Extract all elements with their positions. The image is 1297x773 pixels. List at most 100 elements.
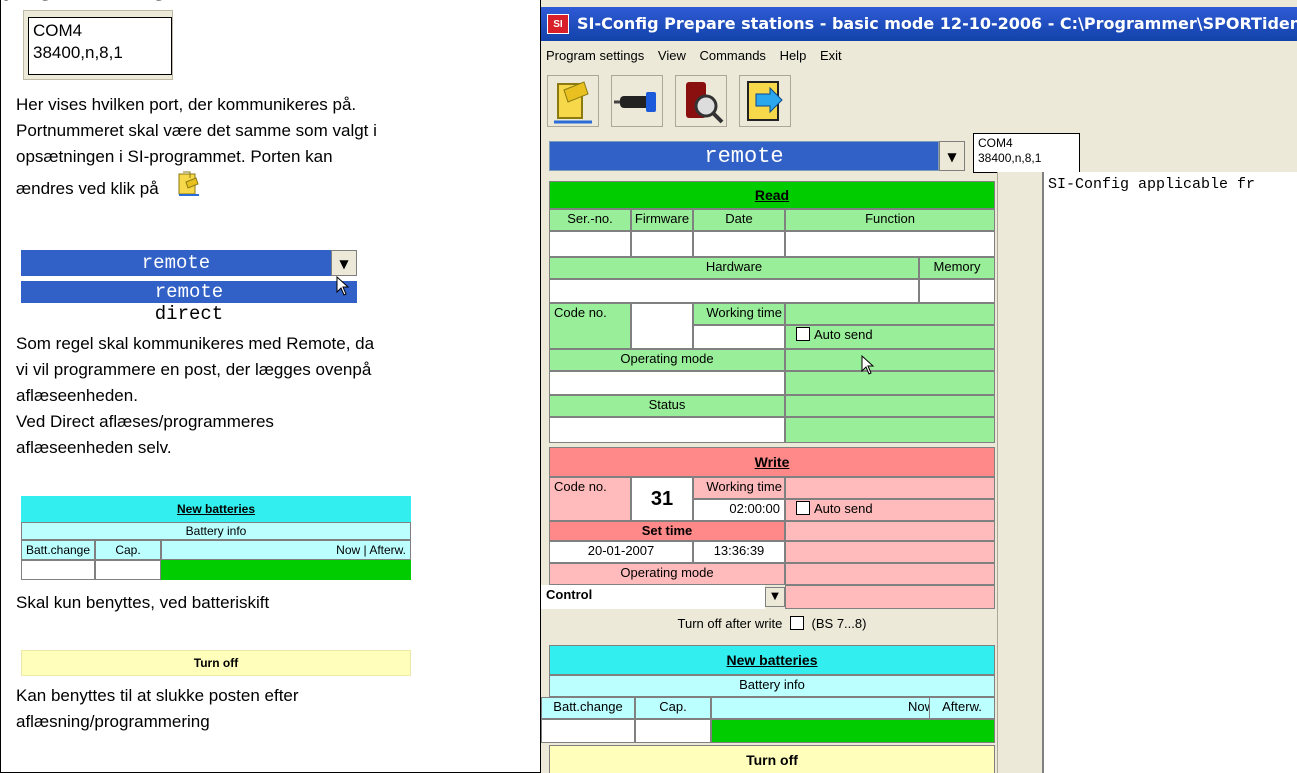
- chevron-down-icon[interactable]: ▼: [765, 587, 785, 607]
- write-code-no-label: Code no.: [549, 477, 631, 521]
- read-spacer: [785, 349, 995, 371]
- mouse-cursor-icon: [861, 355, 875, 375]
- window-title: SI-Config Prepare stations - basic mode …: [577, 14, 1297, 33]
- menu-view[interactable]: View: [653, 41, 691, 71]
- memory-label: Memory: [919, 257, 995, 279]
- write-working-time-input[interactable]: 02:00:00: [693, 499, 785, 521]
- write-spacer: [785, 521, 995, 541]
- read-spacer: [785, 303, 995, 325]
- mode-select-example: remote: [21, 250, 331, 276]
- read-button[interactable]: Read: [549, 181, 995, 209]
- app-icon: SI: [547, 14, 569, 34]
- turn-off-button[interactable]: Turn off: [549, 745, 995, 773]
- ser-no-value: [549, 231, 631, 257]
- write-code-no-input[interactable]: 31: [631, 477, 693, 521]
- write-spacer: [785, 541, 995, 563]
- exit-button[interactable]: [739, 75, 791, 127]
- working-time-label: Working time: [693, 303, 785, 325]
- turnoff-description-line: Kan benyttes til at slukke posten efter: [16, 686, 299, 705]
- port-indicator-image: COM4 38400,n,8,1: [23, 10, 173, 80]
- turnoff-description: Kan benyttes til at slukke posten efter …: [16, 683, 299, 735]
- option-remote: remote: [21, 281, 357, 303]
- document-page: programmering COM4 38400,n,8,1 Her vises…: [0, 0, 541, 773]
- status-value: [549, 417, 785, 443]
- toolbar: [541, 71, 1297, 133]
- mode-description-line: vi vil programmere en post, der lægges o…: [16, 360, 372, 379]
- working-time-value: [693, 325, 785, 349]
- turn-off-after-write-checkbox[interactable]: [789, 616, 804, 630]
- cap-value: [95, 560, 161, 580]
- set-time-button[interactable]: Set time: [549, 521, 785, 541]
- read-spacer: [785, 395, 995, 417]
- menu-bar: Program settings View Commands Help Exit: [541, 41, 1297, 71]
- bs-range-label: (BS 7...8): [811, 616, 867, 631]
- menu-program-settings[interactable]: Program settings: [541, 41, 649, 71]
- read-auto-send-checkbox[interactable]: Auto send: [785, 325, 995, 349]
- port-indicator: COM4 38400,n,8,1: [973, 133, 1080, 173]
- battery-info-label: Battery info: [21, 522, 411, 540]
- port-settings: 38400,n,8,1: [33, 43, 123, 62]
- mode-description: Som regel skal kommunikeres med Remote, …: [16, 331, 374, 461]
- read-spacer: [785, 417, 995, 443]
- menu-help[interactable]: Help: [775, 41, 812, 71]
- mode-description-line: aflæseenheden selv.: [16, 438, 172, 457]
- page-heading: programmering: [5, 0, 168, 2]
- write-button[interactable]: Write: [549, 447, 995, 477]
- firmware-value: [631, 231, 693, 257]
- port-name: COM4: [978, 136, 1013, 150]
- read-station-button[interactable]: [611, 75, 663, 127]
- new-batteries-button[interactable]: New batteries: [549, 645, 995, 675]
- operating-mode-select[interactable]: Control: [541, 585, 765, 609]
- batt-change-value: [21, 560, 95, 580]
- port-settings-button[interactable]: [547, 75, 599, 127]
- set-date-value[interactable]: 20-01-2007: [549, 541, 693, 563]
- communication-mode-select[interactable]: remote: [549, 141, 939, 171]
- date-label: Date: [693, 209, 785, 231]
- date-value: [693, 231, 785, 257]
- firmware-label: Firmware: [631, 209, 693, 231]
- battery-info-label: Battery info: [549, 675, 995, 697]
- operating-mode-value: [549, 371, 785, 395]
- checkbox-icon: [796, 327, 810, 341]
- title-bar[interactable]: SI SI-Config Prepare stations - basic mo…: [541, 7, 1297, 41]
- ser-no-label: Ser.-no.: [549, 209, 631, 231]
- operating-mode-label: Operating mode: [549, 349, 785, 371]
- port-description-line: Portnummeret skal være det samme som val…: [16, 121, 377, 140]
- write-auto-send-checkbox[interactable]: Auto send: [785, 499, 995, 521]
- cap-label: Cap.: [635, 697, 711, 719]
- function-label: Function: [785, 209, 995, 231]
- folder-settings-icon: [554, 81, 592, 124]
- chevron-down-icon[interactable]: ▼: [939, 141, 965, 171]
- cap-value: [635, 719, 711, 743]
- battery-status-bar: [711, 719, 995, 743]
- now-afterw-label: Now | Afterw.: [161, 540, 411, 560]
- station-search-icon: [686, 82, 724, 124]
- batt-change-label: Batt.change: [21, 540, 95, 560]
- read-section: Read Ser.-no. Firmware Date Function Har…: [549, 181, 995, 443]
- exit-arrow-icon: [747, 81, 783, 121]
- splitter[interactable]: [997, 172, 1042, 773]
- batteries-title: New batteries: [21, 496, 411, 522]
- set-time-value[interactable]: 13:36:39: [693, 541, 785, 563]
- mode-description-line: Som regel skal kommunikeres med Remote, …: [16, 334, 375, 353]
- turn-off-after-write-row: Turn off after write (BS 7...8): [549, 611, 995, 637]
- batt-change-label: Batt.change: [541, 697, 635, 719]
- menu-commands[interactable]: Commands: [694, 41, 770, 71]
- turnoff-description-line: aflæsning/programmering: [16, 712, 210, 731]
- write-working-time-label: Working time: [693, 477, 785, 499]
- station-info-button[interactable]: [675, 75, 727, 127]
- chevron-down-icon: ▼: [331, 250, 357, 276]
- write-spacer: [785, 585, 995, 609]
- hardware-label: Hardware: [549, 257, 919, 279]
- checkbox-icon: [796, 501, 810, 515]
- log-pane[interactable]: SI-Config applicable fr: [1042, 172, 1297, 773]
- afterw-label: Afterw.: [929, 697, 995, 719]
- menu-exit[interactable]: Exit: [815, 41, 847, 71]
- turn-off-after-write-label: Turn off after write: [677, 616, 783, 631]
- batteries-description: Skal kun benyttes, ved batteriskift: [16, 593, 270, 612]
- code-no-label: Code no.: [549, 303, 631, 349]
- write-spacer: [785, 477, 995, 499]
- batteries-section: New batteries Battery info Batt.change C…: [541, 645, 995, 745]
- batt-change-value: [541, 719, 635, 743]
- cap-label: Cap.: [95, 540, 161, 560]
